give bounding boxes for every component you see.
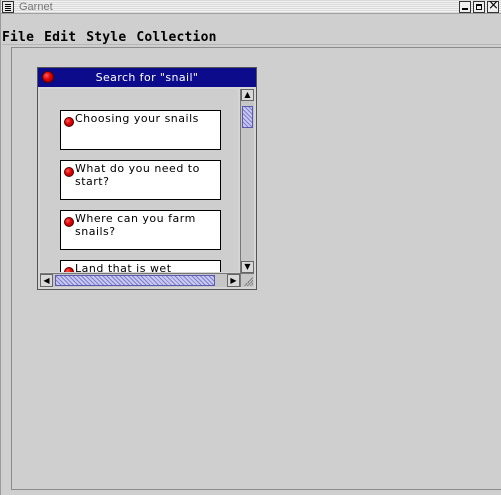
scroll-left-arrow-icon[interactable]: ◀ [40, 274, 53, 287]
garnet-window: Garnet File Edit Style Collection Search… [0, 0, 501, 495]
system-menu-icon[interactable] [2, 1, 14, 13]
search-results-window[interactable]: Search for "snail" Choosing your snails … [37, 67, 257, 290]
search-window-title: Search for "snail" [95, 71, 199, 84]
scroll-down-arrow-icon[interactable]: ▼ [241, 261, 254, 273]
vertical-scrollbar[interactable]: ▲ ▼ [240, 89, 254, 273]
result-card[interactable]: Land that is wet [60, 260, 221, 272]
result-card-text: What do you need to start? [75, 162, 200, 188]
menu-edit[interactable]: Edit [44, 30, 76, 45]
close-dot-icon[interactable] [42, 71, 54, 83]
search-results-list: Choosing your snails What do you need to… [40, 89, 238, 272]
result-card-text: Land that is wet [75, 262, 172, 272]
close-icon[interactable] [487, 0, 499, 13]
horizontal-scroll-thumb[interactable] [55, 275, 215, 286]
scroll-up-arrow-icon[interactable]: ▲ [241, 89, 254, 101]
menubar: File Edit Style Collection [2, 29, 227, 45]
window-title: Garnet [19, 1, 53, 13]
menubar-divider [2, 44, 501, 45]
menu-file[interactable]: File [2, 30, 34, 45]
red-marker-icon [64, 217, 74, 227]
result-card[interactable]: Choosing your snails [60, 110, 221, 150]
menu-collection[interactable]: Collection [136, 30, 216, 45]
maximize-icon[interactable] [473, 1, 485, 13]
red-marker-icon [64, 267, 74, 272]
result-card-text: Choosing your snails [75, 112, 199, 125]
horizontal-scrollbar[interactable]: ◀ ▶ [40, 273, 240, 287]
result-card-text: Where can you farm snails? [75, 212, 196, 238]
result-card[interactable]: What do you need to start? [60, 160, 221, 200]
menu-style[interactable]: Style [86, 30, 126, 45]
minimize-icon[interactable] [459, 1, 471, 13]
resize-grip-icon[interactable] [240, 273, 254, 287]
result-card[interactable]: Where can you farm snails? [60, 210, 221, 250]
scroll-right-arrow-icon[interactable]: ▶ [227, 274, 240, 287]
vertical-scroll-thumb[interactable] [242, 106, 253, 128]
search-window-titlebar[interactable]: Search for "snail" [38, 68, 256, 87]
red-marker-icon [64, 167, 74, 177]
red-marker-icon [64, 117, 74, 127]
window-titlebar[interactable]: Garnet [1, 0, 501, 14]
